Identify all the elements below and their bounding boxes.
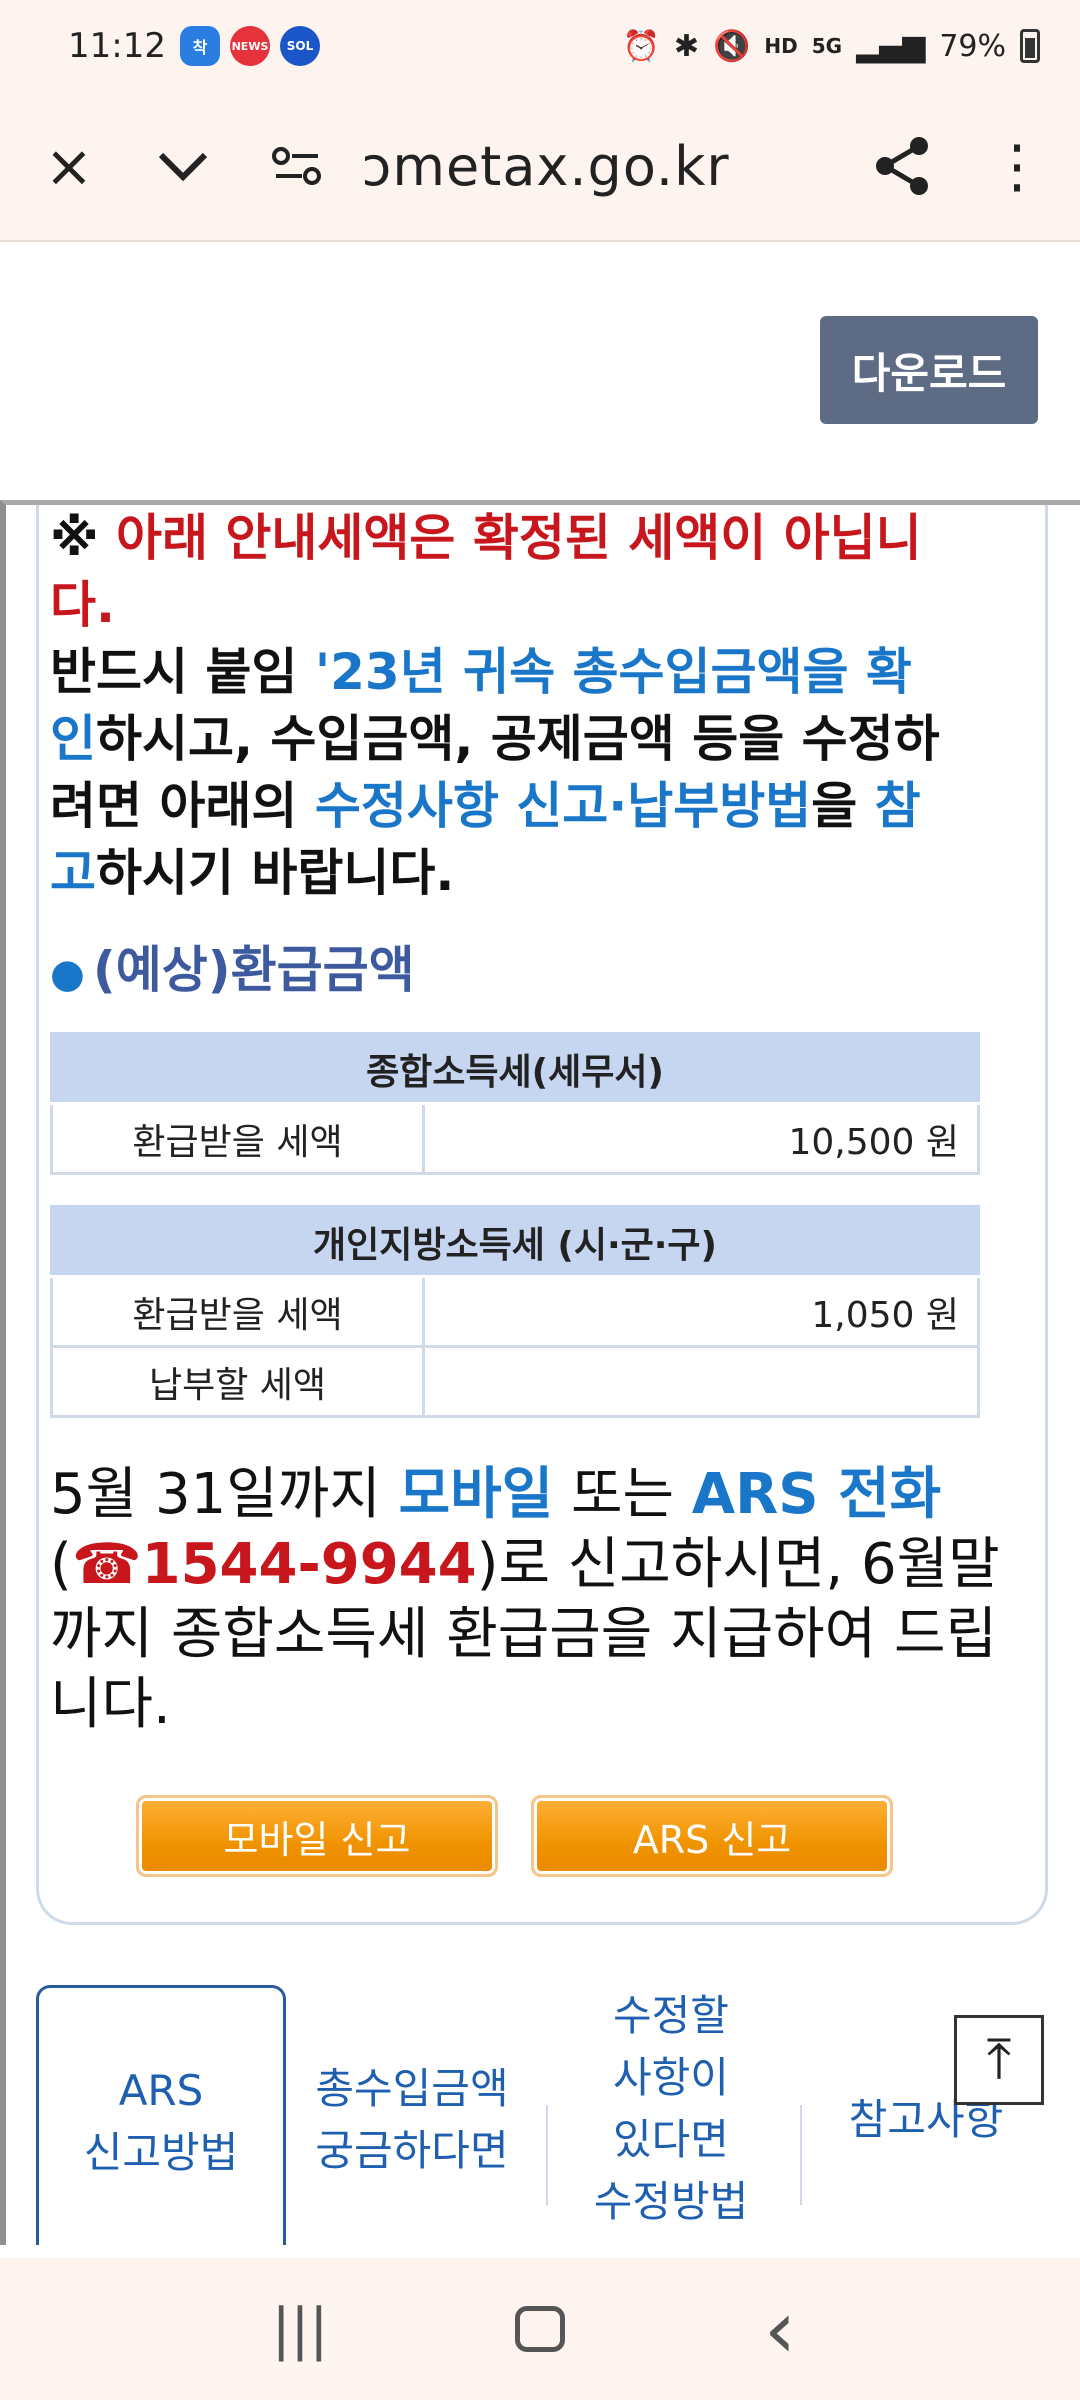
notice-link-method[interactable]: 수정사항 신고·납부방법 [315, 777, 811, 835]
mobile-report-button[interactable]: 모바일 신고 [136, 1795, 498, 1877]
battery-icon [1020, 29, 1040, 63]
table-row: 환급받을 세액 1,050 원 [50, 1275, 980, 1348]
table-header: 개인지방소득세 (시·군·구) [50, 1205, 980, 1278]
home-button[interactable] [480, 2306, 600, 2352]
browser-toolbar: × ɔmetax.go.kr ⋮ [0, 92, 1080, 242]
signal-icon: ▂▄▆ [856, 28, 926, 64]
5g-icon: 5G [811, 34, 843, 58]
status-icons: ⏰ ✱ 🔇 HD 5G ▂▄▆ 79% [623, 29, 1040, 64]
ars-link[interactable]: ARS 전화 [692, 1462, 941, 1527]
hd-voice-icon: HD [764, 34, 798, 58]
table-row: 환급받을 세액 10,500 원 [50, 1102, 980, 1175]
status-time: 11:12 [68, 26, 166, 66]
section-title: ● (예상)환급금액 [50, 941, 415, 999]
news-badge-icon: NEWS [229, 26, 270, 66]
alarm-icon: ⏰ [622, 28, 660, 64]
mute-icon: 🔇 [713, 28, 751, 64]
site-settings-icon[interactable] [240, 106, 354, 226]
phone-number[interactable]: 1544-9944 [142, 1532, 477, 1597]
app-badge-icon: 착 [179, 26, 220, 66]
bluetooth-icon: ✱ [673, 28, 700, 64]
phone-icon: ☎ [71, 1532, 142, 1597]
notice-warning: 아래 안내세액은 확정된 세액이 아닙니다. [50, 509, 922, 634]
top-area: 다운로드 [0, 242, 1080, 500]
status-bar: 11:12 착 NEWS SOL ⏰ ✱ 🔇 HD 5G ▂▄▆ 79% [0, 0, 1080, 92]
ars-report-button[interactable]: ARS 신고 [531, 1795, 893, 1877]
tab-divider [546, 2105, 548, 2205]
sol-badge-icon: SOL [279, 26, 320, 66]
tab-divider [800, 2105, 802, 2205]
notice-text: ※ 아래 안내세액은 확정된 세액이 아닙니다. 반드시 붙임 '23년 귀속 … [50, 509, 940, 902]
url-bar[interactable]: ɔmetax.go.kr [362, 135, 837, 198]
mobile-link[interactable]: 모바일 [399, 1462, 554, 1527]
more-options-icon[interactable]: ⋮ [960, 106, 1074, 226]
local-tax-table: 개인지방소득세 (시·군·구) 환급받을 세액 1,050 원 납부할 세액 [50, 1205, 980, 1418]
tab-ars-method[interactable]: ARS 신고방법 [36, 1985, 286, 2245]
tab-total-income[interactable]: 총수입금액 궁금하다면 [292, 1985, 532, 2245]
battery-level: 79% [939, 28, 1006, 64]
table-header: 종합소득세(세무서) [50, 1032, 980, 1105]
tab-correction[interactable]: 수정할 사항이 있다면 수정방법 [551, 1985, 791, 2245]
share-icon[interactable] [846, 106, 960, 226]
scroll-to-top-icon[interactable]: ⤒ [954, 2015, 1044, 2105]
chevron-down-icon[interactable] [126, 106, 240, 226]
home-icon [515, 2306, 565, 2352]
income-tax-table: 종합소득세(세무서) 환급받을 세액 10,500 원 [50, 1032, 980, 1175]
info-text: 5월 31일까지 모바일 또는 ARS 전화 (☎1544-9944)로 신고하시… [50, 1462, 1000, 1737]
recents-icon[interactable]: ||| [240, 2297, 360, 2362]
bullet-icon: ● [50, 951, 85, 997]
close-tab-icon[interactable]: × [12, 106, 126, 226]
system-nav-bar: ||| ‹ [0, 2258, 1080, 2400]
info-tabs: ARS 신고방법 총수입금액 궁금하다면 수정할 사항이 있다면 수정방법 참고사항 [36, 1985, 1080, 2245]
download-button[interactable]: 다운로드 [820, 316, 1038, 424]
back-icon[interactable]: ‹ [720, 2283, 840, 2376]
content-frame: ※ 아래 안내세액은 확정된 세액이 아닙니다. 반드시 붙임 '23년 귀속 … [0, 500, 1080, 2245]
table-row: 납부할 세액 [50, 1345, 980, 1418]
